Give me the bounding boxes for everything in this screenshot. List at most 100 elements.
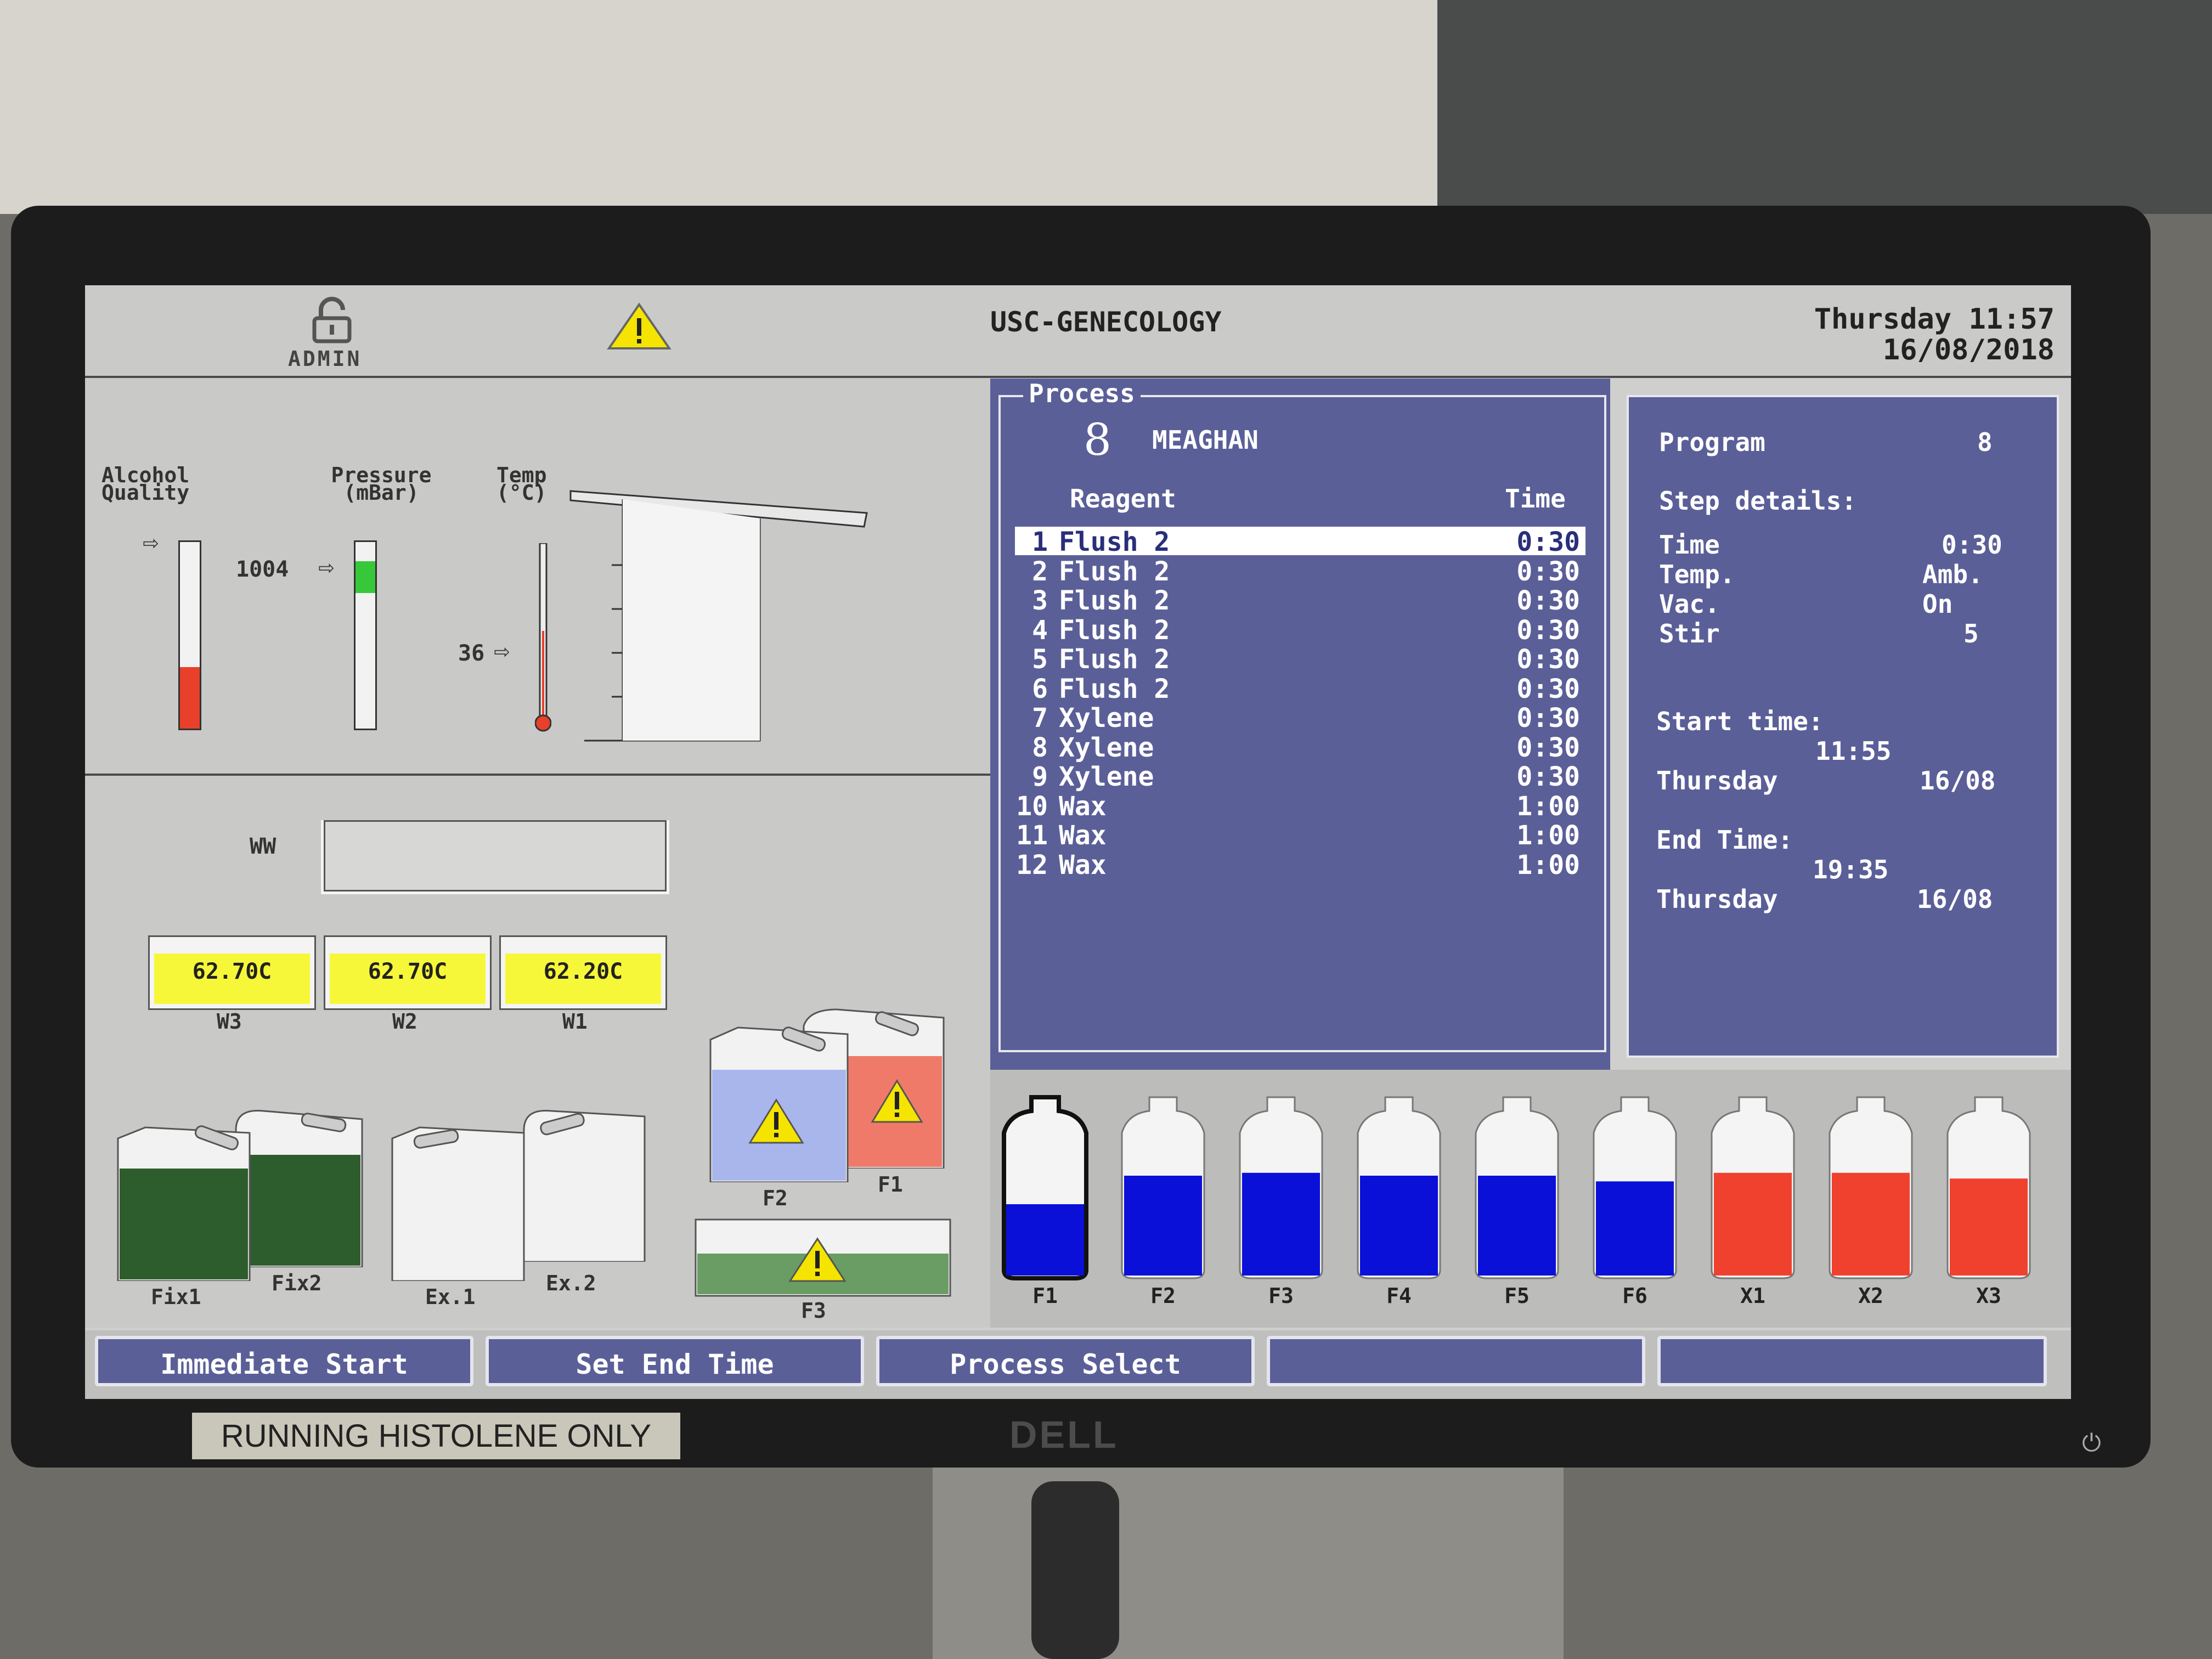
bottle-f4[interactable] xyxy=(1352,1094,1446,1281)
step-reagent: Xylene xyxy=(1059,703,1154,733)
step-row[interactable]: 12 Wax 1:00 xyxy=(1015,849,1585,881)
temp-value: 36 xyxy=(458,641,485,666)
step-row[interactable]: 6 Flush 2 0:30 xyxy=(1015,673,1585,704)
retort-chamber xyxy=(568,488,875,752)
bottle-f3[interactable] xyxy=(1234,1094,1328,1281)
step-details-panel: Program 8 Step details: Time 0:30 Temp. … xyxy=(1627,395,2059,1058)
f3-label: F3 xyxy=(801,1299,826,1323)
bottle-label: X1 xyxy=(1740,1284,1765,1308)
step-row[interactable]: 10 Wax 1:00 xyxy=(1015,791,1585,822)
step-row[interactable]: 1 Flush 2 0:30 xyxy=(1015,527,1585,557)
monitor-stand xyxy=(1031,1481,1119,1659)
step-time: 1:00 xyxy=(1516,849,1580,881)
bottle-f1[interactable] xyxy=(998,1094,1092,1281)
pressure-gauge xyxy=(354,540,377,730)
lock-icon[interactable] xyxy=(304,296,359,346)
wax-bath-w3: 62.70C xyxy=(148,935,316,1010)
bottle-f5[interactable] xyxy=(1470,1094,1564,1281)
bottle-x2[interactable] xyxy=(1824,1094,1917,1281)
waste-wax-tray xyxy=(321,820,669,894)
step-time: 0:30 xyxy=(1516,644,1580,675)
header-day-time: Thursday 11:57 xyxy=(1814,303,2055,336)
bottle-fill xyxy=(1950,1178,2028,1276)
step-time: 1:00 xyxy=(1516,791,1580,822)
wax-bath-w3-value: 62.70C xyxy=(192,959,272,984)
detail-temp-label: Temp. xyxy=(1659,560,1735,589)
admin-label[interactable]: ADMIN xyxy=(288,347,362,371)
step-row[interactable]: 2 Flush 2 0:30 xyxy=(1015,556,1585,587)
set-end-time-button[interactable]: Set End Time xyxy=(486,1336,864,1386)
ex2-canister xyxy=(518,1103,650,1263)
desk-background xyxy=(933,1448,1564,1659)
step-row[interactable]: 4 Flush 2 0:30 xyxy=(1015,614,1585,646)
f2-label: F2 xyxy=(763,1186,788,1210)
bottle-x3[interactable] xyxy=(1942,1094,2035,1281)
blank-button-4[interactable] xyxy=(1267,1336,1645,1386)
step-row[interactable]: 3 Flush 2 0:30 xyxy=(1015,585,1585,616)
step-reagent: Flush 2 xyxy=(1059,614,1170,646)
detail-vac-label: Vac. xyxy=(1659,589,1720,619)
bottle-label: F1 xyxy=(1032,1284,1058,1308)
step-row[interactable]: 8 Xylene 0:30 xyxy=(1015,732,1585,763)
step-row[interactable]: 7 Xylene 0:30 xyxy=(1015,703,1585,733)
warning-icon[interactable] xyxy=(606,302,672,351)
step-reagent: Xylene xyxy=(1059,732,1154,763)
step-details-label: Step details: xyxy=(1659,486,1857,516)
step-number: 4 xyxy=(1032,614,1048,646)
blank-button-5[interactable] xyxy=(1657,1336,2047,1386)
process-section-label: Process xyxy=(1023,379,1141,408)
step-reagent: Wax xyxy=(1059,791,1107,822)
wax-bath-w1-value: 62.20C xyxy=(543,959,623,984)
fix2-label: Fix2 xyxy=(272,1271,322,1295)
ex1-canister xyxy=(387,1116,529,1282)
bottle-x1[interactable] xyxy=(1706,1094,1799,1281)
step-row[interactable]: 11 Wax 1:00 xyxy=(1015,820,1585,851)
pressure-arrow-icon: ⇨ xyxy=(318,551,334,582)
fix1-label: Fix1 xyxy=(151,1285,201,1309)
end-day: Thursday xyxy=(1656,884,1778,914)
step-number: 1 xyxy=(1032,527,1048,557)
page-title: USC-GENECOLOGY xyxy=(990,306,1222,338)
bottle-label: X2 xyxy=(1858,1284,1883,1308)
panel-divider xyxy=(85,774,990,776)
reagent-column-header: Reagent xyxy=(1070,484,1176,514)
step-row[interactable]: 9 Xylene 0:30 xyxy=(1015,761,1585,792)
step-reagent: Flush 2 xyxy=(1059,585,1170,616)
alcohol-gauge-fill xyxy=(180,667,200,729)
wax-bath-w2-value: 62.70C xyxy=(368,959,448,984)
bottle-fill xyxy=(1124,1176,1202,1276)
immediate-start-button[interactable]: Immediate Start xyxy=(95,1336,473,1386)
power-icon[interactable]: ⏻ xyxy=(2082,1429,2101,1457)
step-row[interactable]: 5 Flush 2 0:30 xyxy=(1015,644,1585,675)
wax-bath-w2: 62.70C xyxy=(324,935,492,1010)
end-time-label: End Time: xyxy=(1656,825,1793,855)
detail-time-value: 0:30 xyxy=(1942,530,2002,560)
step-time: 0:30 xyxy=(1516,556,1580,587)
f3-tray xyxy=(694,1218,952,1297)
process-number: 8 xyxy=(1084,414,1111,465)
process-name: MEAGHAN xyxy=(1152,425,1259,455)
bottle-row: F1 F2 F3 F4 F5 F6 X1 X2 X3 xyxy=(990,1070,2071,1328)
bottle-fill xyxy=(1714,1172,1792,1276)
header-date: 16/08/2018 xyxy=(1882,334,2055,366)
bottle-f2[interactable] xyxy=(1116,1094,1210,1281)
pressure-label: Pressure (mBar) xyxy=(331,463,432,505)
bottle-fill xyxy=(1832,1172,1910,1276)
bottle-f6[interactable] xyxy=(1588,1094,1681,1281)
step-number: 11 xyxy=(1016,820,1048,851)
step-reagent: Xylene xyxy=(1059,761,1154,792)
time-column-header: Time xyxy=(1505,484,1566,514)
step-number: 7 xyxy=(1032,703,1048,733)
step-number: 6 xyxy=(1032,673,1048,704)
bottle-fill xyxy=(1478,1176,1556,1276)
step-reagent: Flush 2 xyxy=(1059,673,1170,704)
dell-logo: DELL xyxy=(1009,1413,1119,1456)
process-select-button[interactable]: Process Select xyxy=(876,1336,1255,1386)
bottle-label: F5 xyxy=(1504,1284,1530,1308)
bottle-fill xyxy=(1006,1204,1084,1276)
step-number: 9 xyxy=(1032,761,1048,792)
reagent-bottles-panel: F1 F2 F3 F4 F5 F6 X1 X2 X3 xyxy=(990,1070,2071,1328)
alcohol-quality-label: Alcohol Quality xyxy=(101,463,190,505)
step-reagent: Wax xyxy=(1059,820,1107,851)
bottle-fill xyxy=(1360,1176,1438,1276)
